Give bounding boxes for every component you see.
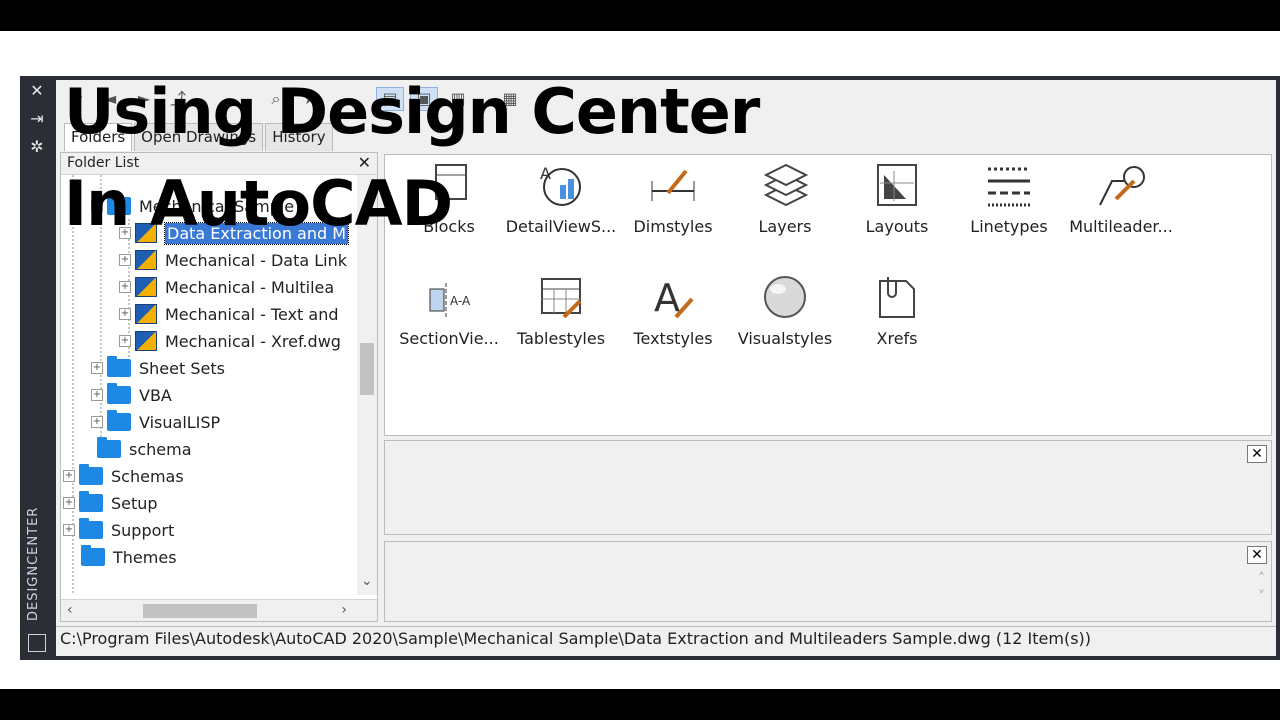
xrefs-icon	[870, 273, 924, 325]
title-line-1: Using Design Center	[64, 75, 760, 148]
content-item-sectionviewstyles[interactable]: A-A SectionVie...	[393, 267, 505, 357]
gear-icon[interactable]: ✲	[28, 138, 46, 156]
tree-item-label: Mechanical - Xref.dwg	[165, 331, 341, 351]
folder-icon	[107, 356, 131, 377]
folder-icon	[107, 410, 131, 431]
tree-item-label: Setup	[111, 493, 158, 513]
tree-item-label: Support	[111, 520, 175, 540]
expand-icon[interactable]: +	[91, 416, 103, 428]
letterbox-top	[0, 0, 1280, 31]
content-item-label: Multileader...	[1069, 217, 1173, 236]
tree-item-label: Sheet Sets	[139, 358, 225, 378]
palette-grid-icon[interactable]	[28, 634, 46, 652]
tree-item[interactable]: + Mechanical - Text and	[119, 301, 339, 327]
content-item-label: Visualstyles	[737, 329, 833, 348]
content-item-multileaderstyles[interactable]: Multileader...	[1065, 155, 1177, 245]
content-item-tablestyles[interactable]: Tablestyles	[505, 267, 617, 357]
svg-text:A-A: A-A	[450, 294, 471, 308]
tree-item[interactable]: + Mechanical - Data Link	[119, 247, 347, 273]
folder-icon	[79, 464, 103, 485]
scroll-thumb[interactable]	[360, 343, 374, 395]
tree-item-label: Mechanical - Text and	[165, 304, 339, 324]
folder-icon	[107, 383, 131, 404]
description-pane: ✕ ˄ ˅	[384, 541, 1272, 622]
description-scroll-arrows[interactable]: ˄ ˅	[1258, 570, 1265, 606]
content-item-textstyles[interactable]: A Textstyles	[617, 267, 729, 357]
dwg-icon	[135, 277, 157, 297]
section-view-icon: A-A	[422, 273, 476, 325]
content-item-label: Layouts	[865, 217, 929, 236]
layers-icon	[758, 161, 812, 213]
letterbox-bottom	[0, 689, 1280, 720]
expand-icon[interactable]: +	[63, 470, 75, 482]
title-line-2: In AutoCAD	[64, 167, 453, 240]
expand-icon[interactable]: +	[63, 524, 75, 536]
tree-item[interactable]: schema	[81, 436, 192, 462]
tree-item-label: VisualLISP	[139, 412, 221, 432]
dwg-icon	[135, 304, 157, 324]
textstyles-icon: A	[646, 273, 700, 325]
tablestyles-icon	[534, 273, 588, 325]
dwg-icon	[135, 331, 157, 351]
content-item-layouts[interactable]: Layouts	[841, 155, 953, 245]
horizontal-scrollbar[interactable]: ‹ ›	[61, 599, 377, 621]
folder-icon	[79, 518, 103, 539]
visualstyles-icon	[758, 273, 812, 325]
expand-icon[interactable]: +	[119, 335, 131, 347]
video-title-overlay: Using Design Center In AutoCAD	[64, 66, 760, 250]
tree-item[interactable]: + Schemas	[63, 463, 184, 489]
scroll-left-icon[interactable]: ‹	[67, 602, 73, 618]
folder-icon	[81, 545, 105, 566]
status-bar: C:\Program Files\Autodesk\AutoCAD 2020\S…	[56, 626, 1276, 652]
tree-item-label: VBA	[139, 385, 172, 405]
scroll-right-icon[interactable]: ›	[341, 602, 347, 618]
content-item-label: Tablestyles	[516, 329, 606, 348]
tree-item[interactable]: + VisualLISP	[91, 409, 220, 435]
tree-item[interactable]: + Setup	[63, 490, 158, 516]
content-item-linetypes[interactable]: Linetypes	[953, 155, 1065, 245]
palette-side-strip: ✕ ⇥ ✲ DESIGNCENTER	[20, 76, 54, 660]
layouts-icon	[870, 161, 924, 213]
palette-title: DESIGNCENTER	[26, 506, 41, 621]
content-item-label: Xrefs	[876, 329, 918, 348]
content-item-label: SectionVie...	[399, 329, 499, 348]
preview-pane: ✕	[384, 440, 1272, 535]
close-icon[interactable]: ✕	[1247, 546, 1267, 564]
folder-icon	[79, 491, 103, 512]
close-icon[interactable]: ✕	[28, 82, 46, 100]
close-icon[interactable]: ✕	[1247, 445, 1267, 463]
tree-item[interactable]: + Mechanical - Multilea	[119, 274, 334, 300]
tree-item[interactable]: + Mechanical - Xref.dwg	[119, 328, 341, 354]
expand-icon[interactable]: +	[119, 308, 131, 320]
expand-icon[interactable]: +	[119, 281, 131, 293]
tree-item[interactable]: + Sheet Sets	[91, 355, 225, 381]
scroll-thumb[interactable]	[143, 604, 257, 618]
folder-icon	[97, 437, 121, 458]
tree-item-label: Schemas	[111, 466, 184, 486]
tree-item[interactable]: Themes	[81, 544, 177, 570]
content-item-visualstyles[interactable]: Visualstyles	[729, 267, 841, 357]
tree-item-label: Themes	[113, 547, 177, 567]
content-item-label: Textstyles	[633, 329, 713, 348]
linetypes-icon	[982, 161, 1036, 213]
tree-item-label: Mechanical - Multilea	[165, 277, 335, 297]
content-item-label: Linetypes	[970, 217, 1048, 236]
tree-item[interactable]: + Support	[63, 517, 174, 543]
svg-text:A: A	[654, 276, 680, 320]
expand-icon[interactable]: +	[63, 497, 75, 509]
expand-icon[interactable]: +	[91, 389, 103, 401]
scroll-down-icon[interactable]: ⌄	[361, 573, 373, 589]
multileader-icon	[1094, 161, 1148, 213]
tree-item-label: Mechanical - Data Link	[165, 250, 348, 270]
tree-item[interactable]: + VBA	[91, 382, 172, 408]
expand-icon[interactable]: +	[91, 362, 103, 374]
autohide-icon[interactable]: ⇥	[28, 110, 46, 128]
dwg-icon	[135, 250, 157, 270]
expand-icon[interactable]: +	[119, 254, 131, 266]
tree-item-label: schema	[129, 439, 192, 459]
content-item-xrefs[interactable]: Xrefs	[841, 267, 953, 357]
